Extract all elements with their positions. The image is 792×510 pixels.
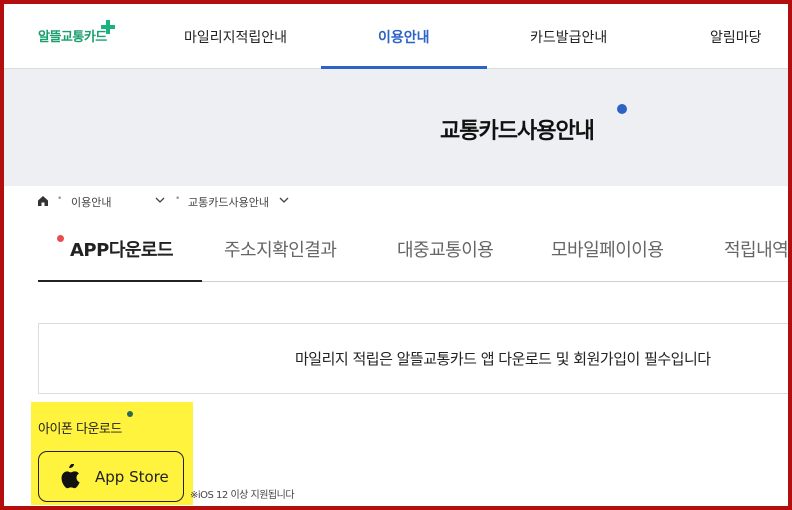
breadcrumb-separator-icon: • bbox=[57, 194, 63, 204]
page-title: 교통카드사용안내 bbox=[440, 119, 595, 144]
page-banner bbox=[0, 69, 792, 186]
tab-public-transit[interactable]: 대중교통이용 bbox=[397, 236, 494, 262]
tab-active-underline bbox=[38, 280, 202, 282]
site-logo[interactable]: 알뜰교통카드 bbox=[38, 26, 107, 45]
nav-mileage-guide[interactable]: 마일리지적립안내 bbox=[184, 27, 287, 47]
nav-notice-board[interactable]: 알림마당 bbox=[710, 27, 762, 47]
nav-card-issue[interactable]: 카드발급안내 bbox=[530, 27, 607, 47]
site-header: 알뜰교통카드 마일리지적립안내 이용안내 카드발급안내 알림마당 bbox=[0, 0, 792, 69]
section-accent-dot bbox=[127, 411, 133, 417]
chevron-down-icon[interactable] bbox=[279, 196, 289, 204]
app-store-label: App Store bbox=[95, 468, 169, 486]
chevron-down-icon[interactable] bbox=[155, 196, 165, 204]
home-icon[interactable] bbox=[37, 195, 49, 207]
breadcrumb-level1[interactable]: 이용안내 bbox=[71, 194, 111, 210]
notice-text: 마일리지 적립은 알뜰교통카드 앱 다운로드 및 회원가입이 필수입니다 bbox=[295, 350, 711, 368]
iphone-download-label: 아이폰 다운로드 bbox=[38, 422, 122, 437]
tab-mileage-history[interactable]: 적립내역 bbox=[724, 236, 789, 262]
app-store-button[interactable]: App Store bbox=[38, 451, 184, 502]
title-accent-dot bbox=[617, 104, 627, 114]
breadcrumb-separator-icon: • bbox=[175, 194, 181, 204]
tab-mobile-pay[interactable]: 모바일페이이용 bbox=[551, 236, 664, 262]
ios-support-note: ※iOS 12 이상 지원됩니다 bbox=[190, 490, 295, 501]
tab-address-check[interactable]: 주소지확인결과 bbox=[224, 236, 337, 262]
apple-icon bbox=[61, 464, 80, 489]
tab-active-dot bbox=[57, 235, 64, 242]
tab-app-download[interactable]: APP다운로드 bbox=[70, 236, 174, 262]
logo-plus-icon bbox=[100, 19, 116, 35]
nav-usage-guide[interactable]: 이용안내 bbox=[378, 27, 430, 47]
breadcrumb-level2[interactable]: 교통카드사용안내 bbox=[188, 194, 269, 210]
